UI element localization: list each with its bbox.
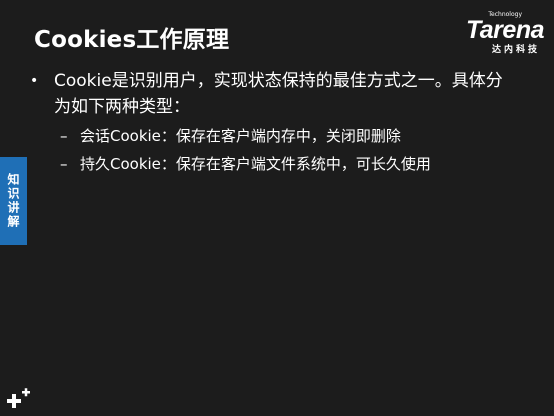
dash-icon: – [60,127,68,145]
slide: Cookies工作原理 Technology Tarena 达内科技 • Coo… [0,0,554,416]
sub-bullet-item: – 持久Cookie：保存在客户端文件系统中，可长久使用 [60,152,530,176]
sub-bullet-item: – 会话Cookie：保存在客户端内存中，关闭即删除 [60,124,530,148]
bullet-item: • Cookie是识别用户，实现状态保持的最佳方式之一。具体分为如下两种类型： [30,68,530,120]
logo-wordmark: Tarena [465,16,545,44]
bullet-dot-icon: • [30,73,39,89]
bullet-text: Cookie是识别用户，实现状态保持的最佳方式之一。具体分为如下两种类型： [54,71,503,117]
dash-icon: – [60,155,68,173]
slide-title: Cookies工作原理 [34,27,230,53]
logo-chinese: 达内科技 [491,45,540,55]
side-tab: 知识讲解 [0,157,27,245]
sub-bullet-text: 会话Cookie：保存在客户端内存中，关闭即删除 [80,127,401,145]
plus-icon [7,388,30,408]
side-tab-label: 知识讲解 [6,173,20,229]
slide-content: • Cookie是识别用户，实现状态保持的最佳方式之一。具体分为如下两种类型： … [30,68,530,176]
sub-bullet-text: 持久Cookie：保存在客户端文件系统中，可长久使用 [80,155,431,173]
tarena-logo: Technology Tarena 达内科技 [444,10,545,55]
